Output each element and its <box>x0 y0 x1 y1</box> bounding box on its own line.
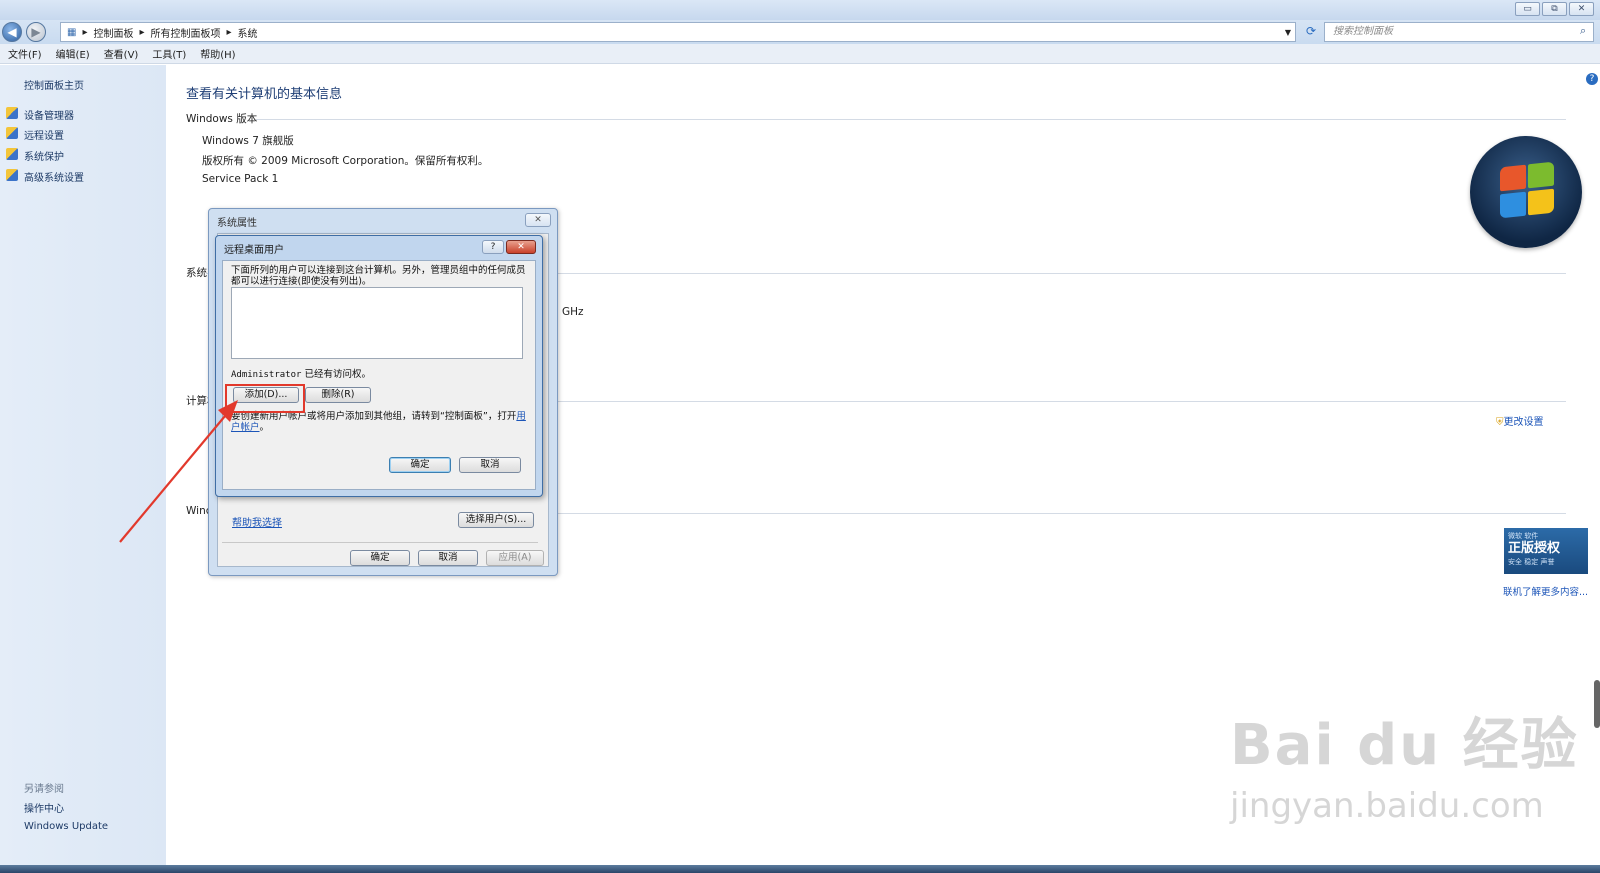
screen: ▭ ⧉ ✕ ◀ ▶ ▦ ▸ 控制面板 ▸ 所有控制面板项 ▸ 系统 ▼ ⟳ 搜索… <box>0 0 1600 873</box>
taskbar <box>0 865 1600 873</box>
watermark-url: jingyan.baidu.com <box>1230 786 1544 826</box>
watermark-logo: Bai du 经验 <box>1230 713 1579 778</box>
scrollbar-handle[interactable] <box>1594 680 1600 728</box>
